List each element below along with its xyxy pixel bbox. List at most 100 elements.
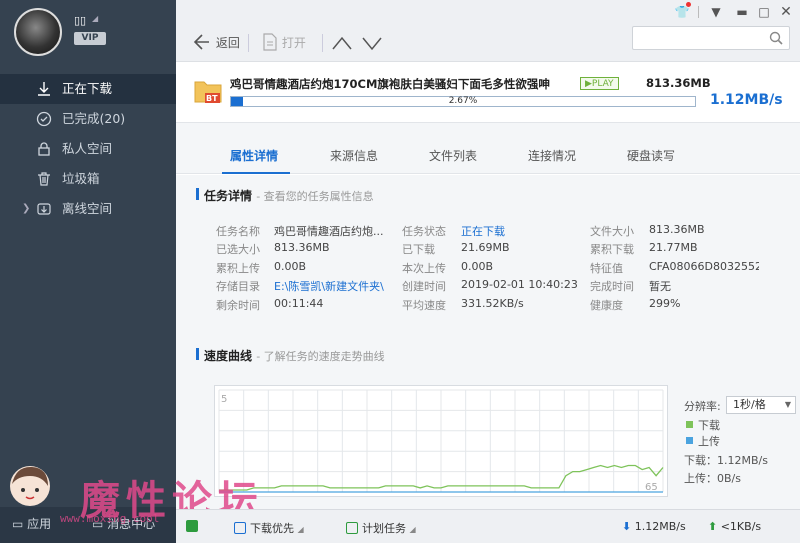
sidebar-item-completed[interactable]: 已完成(20) — [0, 104, 176, 134]
watermark-url: www.moxing.cool — [60, 512, 160, 525]
arrow-left-icon — [193, 34, 209, 50]
maximize-icon[interactable]: □ — [754, 2, 774, 22]
schedule-icon — [346, 522, 358, 534]
cloud-download-icon — [37, 203, 51, 215]
close-icon[interactable]: ✕ — [776, 2, 796, 22]
task-row[interactable]: BT 鸡巴哥情趣酒店约炮170CM旗袍肤白美骚妇下面毛多性欲强呻吟很骚1... … — [176, 62, 800, 122]
property-label: 完成时间 — [590, 280, 634, 293]
task-speed: 1.12MB/s — [710, 92, 783, 108]
notification-dot — [686, 2, 691, 7]
status-check-icon[interactable] — [186, 520, 202, 533]
checkbox-icon — [234, 522, 246, 534]
scheduled-task-button[interactable]: 计划任务 ◢ — [346, 520, 416, 536]
move-down-icon[interactable] — [362, 37, 382, 51]
back-button[interactable]: 返回 — [192, 31, 240, 55]
property-label: 本次上传 — [402, 262, 446, 275]
legend-swatch-upload — [686, 437, 693, 444]
lock-icon — [38, 142, 50, 156]
property-label: 创建时间 — [402, 280, 446, 293]
property-value: 鸡巴哥情趣酒店约炮... — [274, 225, 384, 238]
chevron-down-icon: ▼ — [784, 400, 791, 409]
sidebar-item-label: 私人空间 — [62, 141, 113, 156]
play-button[interactable]: ▶PLAY — [580, 77, 619, 90]
property-value: 21.69MB — [461, 241, 510, 254]
corner-label: 65 — [645, 482, 658, 493]
property-value: 299% — [649, 297, 681, 310]
progress-bar: 2.67% — [230, 96, 696, 107]
mascot-image — [10, 466, 50, 506]
resolution-select[interactable]: 1秒/格 ▼ — [726, 396, 796, 414]
property-value: 暂无 — [649, 280, 671, 293]
sidebar-item-label: 离线空间 — [62, 201, 113, 216]
property-value: 0.00B — [461, 260, 494, 273]
property-value: 00:11:44 — [274, 297, 324, 310]
search-icon[interactable] — [769, 31, 783, 45]
legend-swatch-download — [686, 421, 693, 428]
tab-file-list[interactable]: 文件列表 — [429, 147, 477, 164]
file-icon — [263, 33, 277, 51]
chevron-down-icon[interactable]: ◢ — [92, 14, 98, 23]
property-value: 0.00B — [274, 260, 307, 273]
status-bar: 下载优先 ◢ 计划任务 ◢ ⬇ 1.12MB/s ⬆ <1KB/s — [176, 509, 800, 543]
divider — [248, 34, 249, 52]
legend-download: 下载 — [698, 419, 720, 432]
check-circle-icon — [36, 111, 52, 127]
skin-icon[interactable]: 👕 — [672, 2, 692, 22]
property-label: 健康度 — [590, 299, 623, 312]
property-value: 813.36MB — [649, 223, 705, 236]
property-value: 正在下载 — [461, 225, 505, 238]
detail-tabs: 属性详情 来源信息 文件列表 连接情况 硬盘读写 — [176, 122, 800, 174]
download-speed-stat: 下载：1.12MB/s — [684, 454, 768, 467]
avatar[interactable] — [14, 8, 62, 56]
apps-button[interactable]: ▭ 应用 — [12, 515, 51, 532]
sidebar-item-offline-space[interactable]: ❯ 离线空间 — [0, 194, 176, 224]
trash-icon — [38, 172, 50, 186]
sidebar-item-private-space[interactable]: 私人空间 — [0, 134, 176, 164]
progress-text: 2.67% — [448, 96, 478, 106]
task-size: 813.36MB — [646, 76, 711, 90]
property-label: 任务名称 — [216, 225, 260, 238]
property-value: 813.36MB — [274, 241, 330, 254]
bt-badge: BT — [206, 94, 218, 103]
sidebar-item-trash[interactable]: 垃圾箱 — [0, 164, 176, 194]
chevron-right-icon[interactable]: ❯ — [22, 194, 30, 224]
property-label: 已选大小 — [216, 243, 260, 256]
divider — [322, 34, 323, 52]
vip-badge: VIP — [74, 32, 106, 45]
property-label: 存储目录 — [216, 280, 260, 293]
tab-source-info[interactable]: 来源信息 — [330, 147, 378, 164]
tab-connections[interactable]: 连接情况 — [528, 147, 576, 164]
speed-chart: 5 65 — [214, 385, 668, 497]
resolution-label: 分辨率: — [684, 400, 721, 413]
arrow-down-icon: ⬇ — [622, 520, 632, 533]
arrow-up-icon: ⬆ — [708, 520, 718, 533]
sidebar-item-downloading[interactable]: 正在下载 — [0, 74, 176, 104]
property-label: 任务状态 — [402, 225, 446, 238]
sidebar-item-label: 已完成(20) — [62, 111, 126, 126]
download-priority-button[interactable]: 下载优先 ◢ — [234, 520, 304, 536]
tab-disk-io[interactable]: 硬盘读写 — [627, 147, 675, 164]
speed-chart-svg: 5 65 — [218, 389, 664, 493]
search-input[interactable] — [632, 26, 790, 50]
property-value: 331.52KB/s — [461, 297, 524, 310]
property-label: 累积上传 — [216, 262, 260, 275]
open-button[interactable]: 打开 — [262, 31, 306, 55]
property-label: 文件大小 — [590, 225, 634, 238]
property-value: CFA08066D8032552B... — [649, 260, 759, 273]
section-title-speed-curve: 速度曲线 - 了解任务的速度走势曲线 — [196, 348, 385, 363]
apps-icon: ▭ — [12, 517, 24, 531]
legend-upload: 上传 — [698, 435, 720, 448]
tab-properties[interactable]: 属性详情 — [230, 147, 278, 164]
property-value[interactable]: E:\陈雪凯\新建文件夹\ — [274, 278, 384, 294]
minimize-icon[interactable]: ▬ — [732, 2, 752, 22]
upload-speed-stat: 上传：0B/s — [684, 472, 741, 485]
move-up-icon[interactable] — [332, 36, 352, 50]
menu-icon[interactable]: ▼ — [706, 2, 726, 22]
sidebar: ▯▯ ◢ VIP 正在下载 已完成(20) 私人空间 垃圾箱 ❯ 离线空间 ▭ … — [0, 0, 176, 543]
y-max-label: 5 — [221, 394, 227, 405]
divider — [698, 6, 699, 18]
username[interactable]: ▯▯ — [74, 14, 86, 27]
task-name: 鸡巴哥情趣酒店约炮170CM旗袍肤白美骚妇下面毛多性欲强呻吟很骚1... — [230, 77, 550, 91]
property-label: 平均速度 — [402, 299, 446, 312]
download-arrow-icon — [38, 82, 50, 96]
